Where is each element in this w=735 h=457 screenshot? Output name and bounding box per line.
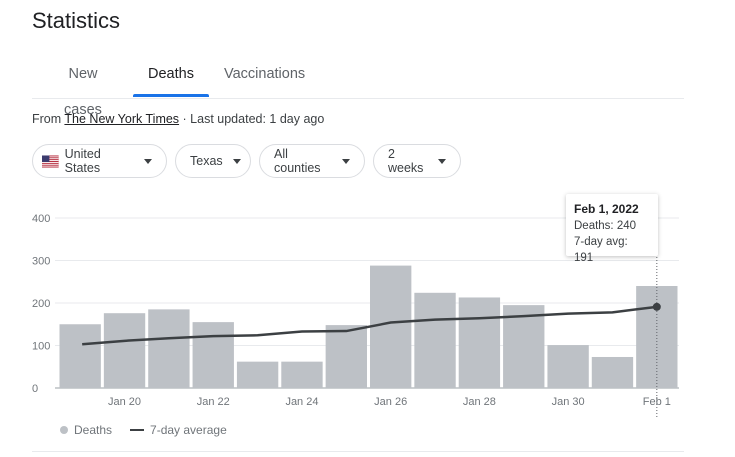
country-dropdown[interactable]: United States — [32, 144, 167, 178]
deaths-bar[interactable] — [236, 361, 279, 388]
last-updated: · Last updated: 1 day ago — [182, 112, 325, 126]
chevron-down-icon — [438, 158, 446, 164]
x-tick-label: Jan 24 — [285, 396, 318, 408]
y-tick-label: 200 — [32, 298, 50, 310]
y-tick-label: 300 — [32, 256, 50, 268]
y-tick-label: 400 — [32, 213, 50, 225]
county-label: All counties — [274, 147, 321, 175]
deaths-bar[interactable] — [281, 361, 323, 388]
average-legend-swatch — [130, 429, 145, 431]
x-tick-label: Jan 26 — [374, 396, 407, 408]
chart-legend: Deaths 7-day average — [60, 423, 227, 437]
bottom-divider — [32, 451, 684, 452]
country-label: United States — [64, 147, 101, 175]
deaths-bar[interactable] — [59, 324, 101, 388]
deaths-bar[interactable] — [370, 265, 412, 388]
deaths-bar[interactable] — [458, 297, 501, 388]
y-tick-label: 100 — [32, 341, 50, 353]
tooltip-average: 7-day avg: 191 — [574, 236, 628, 264]
state-label: Texas — [190, 154, 223, 168]
us-flag-icon — [42, 154, 59, 168]
deaths-bar[interactable] — [547, 345, 589, 388]
chart-tooltip: Feb 1, 2022 Deaths: 240 7-day avg: 191 — [566, 194, 658, 264]
x-tick-label: Jan 28 — [463, 396, 496, 408]
page-title: Statistics — [32, 8, 121, 33]
tooltip-deaths: Deaths: 240 — [574, 220, 637, 232]
y-tick-label: 0 — [32, 383, 38, 395]
deaths-legend-swatch — [60, 426, 68, 434]
deaths-bar[interactable] — [148, 309, 190, 388]
state-dropdown[interactable]: Texas — [175, 144, 251, 178]
average-point-highlight — [652, 302, 661, 311]
deaths-bar[interactable] — [591, 356, 634, 388]
chevron-down-icon — [342, 158, 350, 164]
source-line: From The New York Times · Last updated: … — [32, 112, 324, 126]
stats-tabs: New cases Deaths Vaccinations — [32, 56, 684, 118]
tooltip-date: Feb 1, 2022 — [574, 202, 639, 216]
deaths-bar[interactable] — [636, 286, 678, 388]
deaths-bar[interactable] — [192, 322, 234, 388]
legend-deaths: Deaths — [74, 423, 113, 437]
x-tick-label: Jan 30 — [552, 396, 585, 408]
source-prefix: From — [32, 112, 62, 126]
tab-vaccinations[interactable]: Vaccinations — [224, 56, 305, 96]
x-tick-label: Jan 20 — [108, 396, 141, 408]
deaths-bar[interactable] — [325, 325, 367, 388]
range-label: 2 weeks — [388, 147, 424, 175]
deaths-bar[interactable] — [414, 292, 456, 388]
tab-deaths[interactable]: Deaths — [133, 56, 209, 96]
chevron-down-icon — [232, 158, 241, 164]
range-dropdown[interactable]: 2 weeks — [373, 144, 461, 178]
deaths-bar[interactable] — [103, 313, 146, 388]
x-tick-label: Jan 22 — [197, 396, 230, 408]
tab-new-cases[interactable]: New cases — [48, 56, 118, 118]
legend-average: 7-day average — [150, 423, 227, 437]
active-tab-indicator — [133, 94, 209, 97]
chevron-down-icon — [144, 158, 152, 164]
county-dropdown[interactable]: All counties — [259, 144, 365, 178]
source-link[interactable]: The New York Times — [64, 112, 179, 126]
x-tick-label: Feb 1 — [643, 396, 671, 408]
